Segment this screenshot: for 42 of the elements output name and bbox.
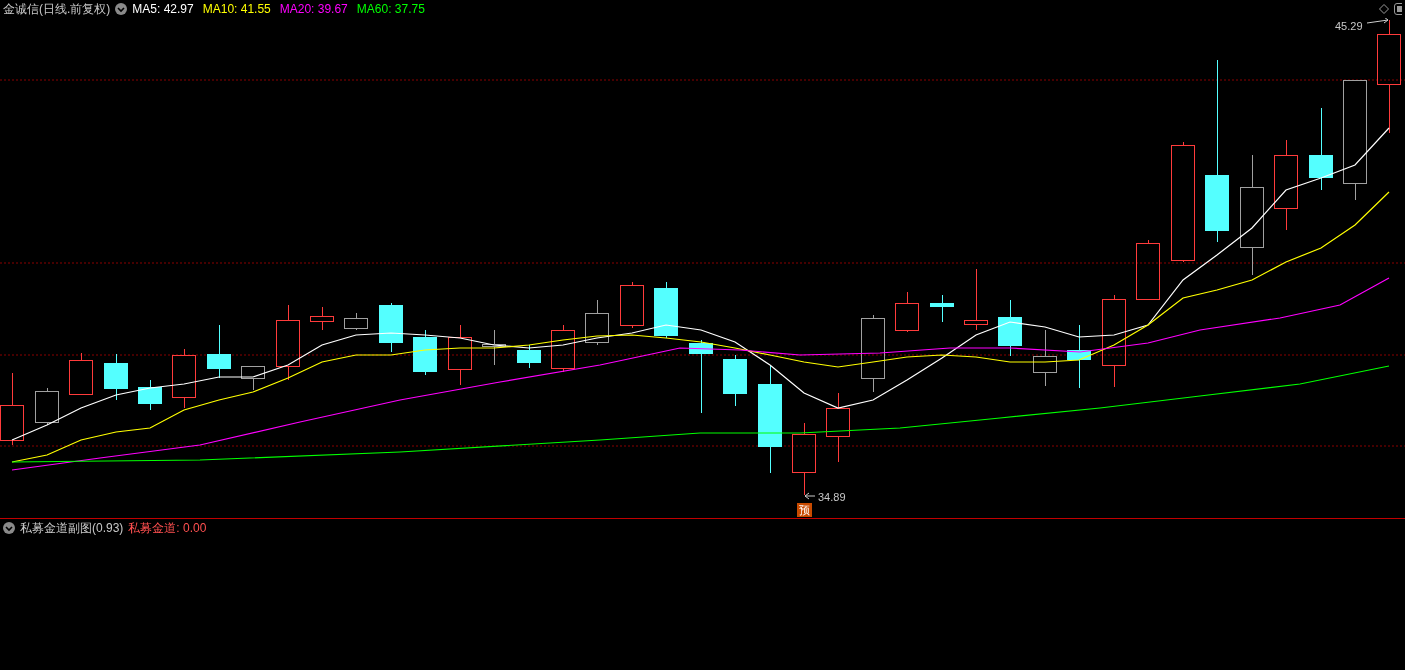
- candlestick: [826, 392, 850, 463]
- candlestick: [310, 306, 334, 331]
- candlestick: [482, 329, 506, 366]
- candlestick: [1136, 239, 1160, 301]
- moving-average-value: MA60: 37.75: [356, 2, 425, 16]
- candlestick: [1033, 329, 1057, 387]
- low-price-label: 34.89: [818, 491, 846, 503]
- high-price-label: 45.29: [1335, 20, 1363, 32]
- toggle-icon[interactable]: [1394, 3, 1402, 15]
- moving-average-value: MA20: 39.67: [279, 2, 348, 16]
- candlestick: [69, 352, 93, 396]
- stock-title: 金诚信(日线.前复权): [3, 0, 111, 18]
- candlestick: [448, 324, 472, 386]
- candlestick: [517, 344, 541, 369]
- moving-average-value: MA10: 41.55: [202, 2, 271, 16]
- candlestick: [35, 387, 59, 426]
- candlestick: [998, 299, 1022, 357]
- candlestick: [930, 294, 954, 323]
- candlestick: [172, 348, 196, 409]
- candlestick: [551, 324, 575, 373]
- collapse-icon[interactable]: [3, 522, 15, 534]
- candlestick: [413, 329, 437, 376]
- candlestick: [379, 302, 403, 353]
- forecast-badge: 预: [797, 503, 812, 517]
- indicator-title: 私募金道副图(0.93): [20, 519, 124, 537]
- indicator-value: 私募金道: 0.00: [128, 519, 207, 537]
- leader-line: [1366, 18, 1389, 24]
- candlestick: [654, 281, 678, 339]
- candlestick: [138, 379, 162, 411]
- leader-line: [804, 492, 816, 500]
- candlestick: [104, 353, 128, 401]
- candlestick: [585, 299, 609, 346]
- candlestick: [207, 324, 231, 379]
- candlestick: [964, 268, 988, 331]
- candlestick: [620, 281, 644, 329]
- candlestick: [241, 365, 265, 391]
- candlestick: [344, 312, 368, 331]
- candlestick: [895, 291, 919, 333]
- collapse-icon[interactable]: [115, 3, 128, 15]
- candlestick: [723, 354, 747, 407]
- candlestick: [1067, 324, 1091, 389]
- moving-average-value: MA5: 42.97: [132, 2, 194, 16]
